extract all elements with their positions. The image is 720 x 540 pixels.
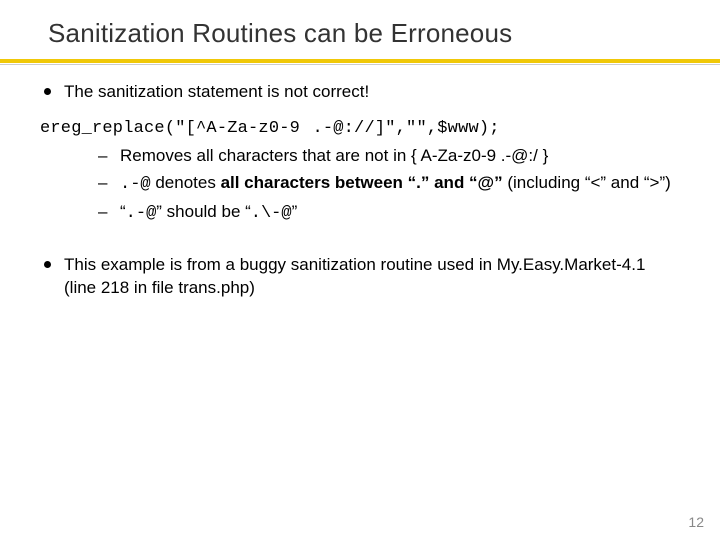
title-underline: [0, 59, 720, 63]
code-span: .-@: [120, 175, 151, 194]
subbullet-shouldbe: “.-@” should be “.\-@”: [98, 201, 680, 226]
page-number: 12: [688, 514, 704, 530]
slide-title: Sanitization Routines can be Erroneous: [0, 0, 720, 59]
code-line: ereg_replace("[^A-Za-z0-9 .-@://]","",$w…: [40, 118, 680, 141]
text: Removes all characters that are not in {: [120, 146, 421, 165]
bold-span: all characters between “.” and “@”: [221, 173, 503, 192]
code-span: .\-@: [251, 204, 292, 223]
code-span: .-@: [126, 204, 157, 223]
bullet-example-source: This example is from a buggy sanitizatio…: [40, 254, 680, 300]
text: ” should be “: [156, 202, 251, 221]
text: denotes: [151, 173, 221, 192]
text: ”: [292, 202, 298, 221]
subbullet-denotes: .-@ denotes all characters between “.” a…: [98, 172, 680, 197]
subbullet-removes: Removes all characters that are not in {…: [98, 145, 680, 168]
charset: A-Za-z0-9 .-@:/: [421, 146, 538, 165]
text: }: [538, 146, 548, 165]
bullet-not-correct: The sanitization statement is not correc…: [40, 81, 680, 104]
text: (including “<” and “>”): [503, 173, 671, 192]
slide-body: The sanitization statement is not correc…: [0, 65, 720, 300]
